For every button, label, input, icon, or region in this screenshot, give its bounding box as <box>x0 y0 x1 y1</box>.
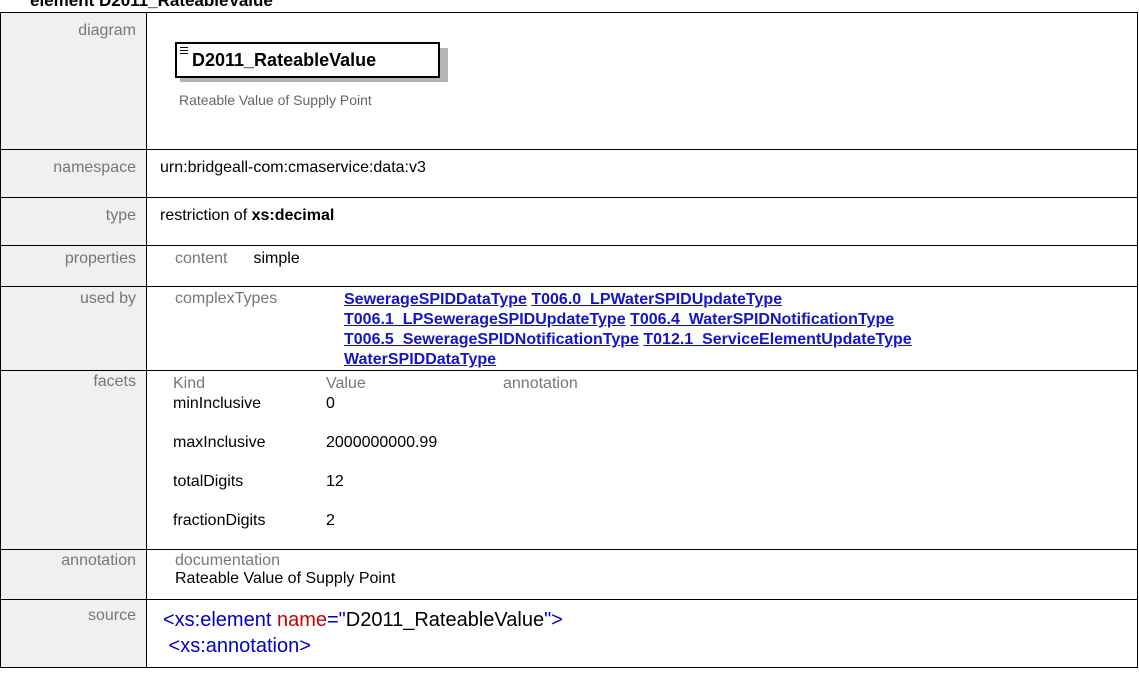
facet-value: 0 <box>326 395 335 412</box>
diagram-label: diagram <box>0 12 147 150</box>
link-water-spid-data-type[interactable]: WaterSPIDDataType <box>344 351 496 368</box>
properties-cell: content simple <box>146 245 1138 287</box>
source-annotation-tag: <xs:annotation> <box>163 635 311 657</box>
facet-kind: minInclusive <box>173 395 262 412</box>
element-lines-icon <box>180 47 188 55</box>
properties-row: properties content simple <box>0 245 1138 287</box>
source-row: source <xs:element name="D2011_RateableV… <box>0 599 1138 668</box>
facets-header-kind: Kind <box>173 375 206 392</box>
facet-kind: totalDigits <box>173 473 244 490</box>
facet-row: maxInclusive 2000000000.99 <box>173 432 703 471</box>
source-eq: =" <box>326 609 346 631</box>
properties-value: simple <box>253 250 300 267</box>
facet-value: 2 <box>326 512 335 529</box>
facet-value: 2000000000.99 <box>326 434 438 451</box>
used-by-cell: complexTypes SewerageSPIDDataType T006.0… <box>146 286 1138 371</box>
source-attr-value: D2011_RateableValue <box>345 609 545 631</box>
facet-row: fractionDigits 2 <box>173 510 703 549</box>
diagram-cell: D2011_RateableValue Rateable Value of Su… <box>146 12 1138 150</box>
link-t006-4-water-spid-notification-type[interactable]: T006.4_WaterSPIDNotificationType <box>630 311 894 328</box>
facet-value: 12 <box>326 473 344 490</box>
properties-key: content <box>175 250 228 267</box>
link-sewerage-spid-data-type[interactable]: SewerageSPIDDataType <box>344 291 527 308</box>
facet-row: totalDigits 12 <box>173 471 703 510</box>
source-code: <xs:element name="D2011_RateableValue"> … <box>163 607 1137 659</box>
facet-row: minInclusive 0 <box>173 393 703 432</box>
link-t012-1-service-element-update-type[interactable]: T012.1_ServiceElementUpdateType <box>643 331 911 348</box>
element-doc-table: diagram D2011_RateableValue Rateable Val… <box>0 12 1138 668</box>
facets-row: facets Kind Value annotation minInclusiv… <box>0 370 1138 550</box>
link-t006-5-sewerage-spid-notification-type[interactable]: T006.5_SewerageSPIDNotificationType <box>344 331 639 348</box>
namespace-label: namespace <box>0 149 147 198</box>
source-attr-name: name <box>276 609 327 631</box>
namespace-value: urn:bridgeall-com:cmaservice:data:v3 <box>146 149 1138 198</box>
used-by-row: used by complexTypes SewerageSPIDDataTyp… <box>0 286 1138 371</box>
element-diagram: D2011_RateableValue Rateable Value of Su… <box>147 13 467 143</box>
link-t006-0-lp-water-spid-update-type[interactable]: T006.0_LPWaterSPIDUpdateType <box>531 291 782 308</box>
facets-header-row: Kind Value annotation <box>173 373 703 393</box>
annotation-cell: documentation Rateable Value of Supply P… <box>146 549 1138 600</box>
used-by-label: used by <box>0 286 147 371</box>
annotation-row: annotation documentation Rateable Value … <box>0 549 1138 600</box>
type-prefix: restriction of <box>160 207 252 224</box>
type-row: type restriction of xs:decimal <box>0 197 1138 246</box>
diagram-element-box[interactable]: D2011_RateableValue <box>175 42 440 78</box>
facets-header-annotation: annotation <box>503 375 578 392</box>
type-cell: restriction of xs:decimal <box>146 197 1138 246</box>
facet-kind: maxInclusive <box>173 434 266 451</box>
source-label: source <box>0 599 147 668</box>
type-base: xs:decimal <box>251 207 335 224</box>
source-tag-open: <xs:element <box>163 609 277 631</box>
annotation-text: Rateable Value of Supply Point <box>175 570 396 587</box>
properties-label: properties <box>0 245 147 287</box>
facets-cell: Kind Value annotation minInclusive 0 max… <box>146 370 1138 550</box>
facets-table: Kind Value annotation minInclusive 0 max… <box>173 373 703 549</box>
diagram-element-doc: Rateable Value of Supply Point <box>179 92 372 108</box>
facets-header-value: Value <box>326 375 366 392</box>
used-by-kind: complexTypes <box>175 290 278 307</box>
annotation-kind: documentation <box>175 552 280 569</box>
facet-kind: fractionDigits <box>173 512 266 529</box>
source-tag-close: "> <box>544 609 563 631</box>
diagram-row: diagram D2011_RateableValue Rateable Val… <box>0 12 1138 150</box>
used-by-links: SewerageSPIDDataType T006.0_LPWaterSPIDU… <box>344 290 1124 370</box>
namespace-row: namespace urn:bridgeall-com:cmaservice:d… <box>0 149 1138 198</box>
link-t006-1-lp-sewerage-spid-update-type[interactable]: T006.1_LPSewerageSPIDUpdateType <box>344 311 626 328</box>
element-heading: element D2011_RateableValue <box>30 0 273 10</box>
source-cell: <xs:element name="D2011_RateableValue"> … <box>146 599 1138 668</box>
diagram-element-name: D2011_RateableValue <box>192 50 377 70</box>
facets-label: facets <box>0 370 147 550</box>
annotation-label: annotation <box>0 549 147 600</box>
schema-doc-page: element D2011_RateableValue diagram D201… <box>0 0 1139 675</box>
type-label: type <box>0 197 147 246</box>
